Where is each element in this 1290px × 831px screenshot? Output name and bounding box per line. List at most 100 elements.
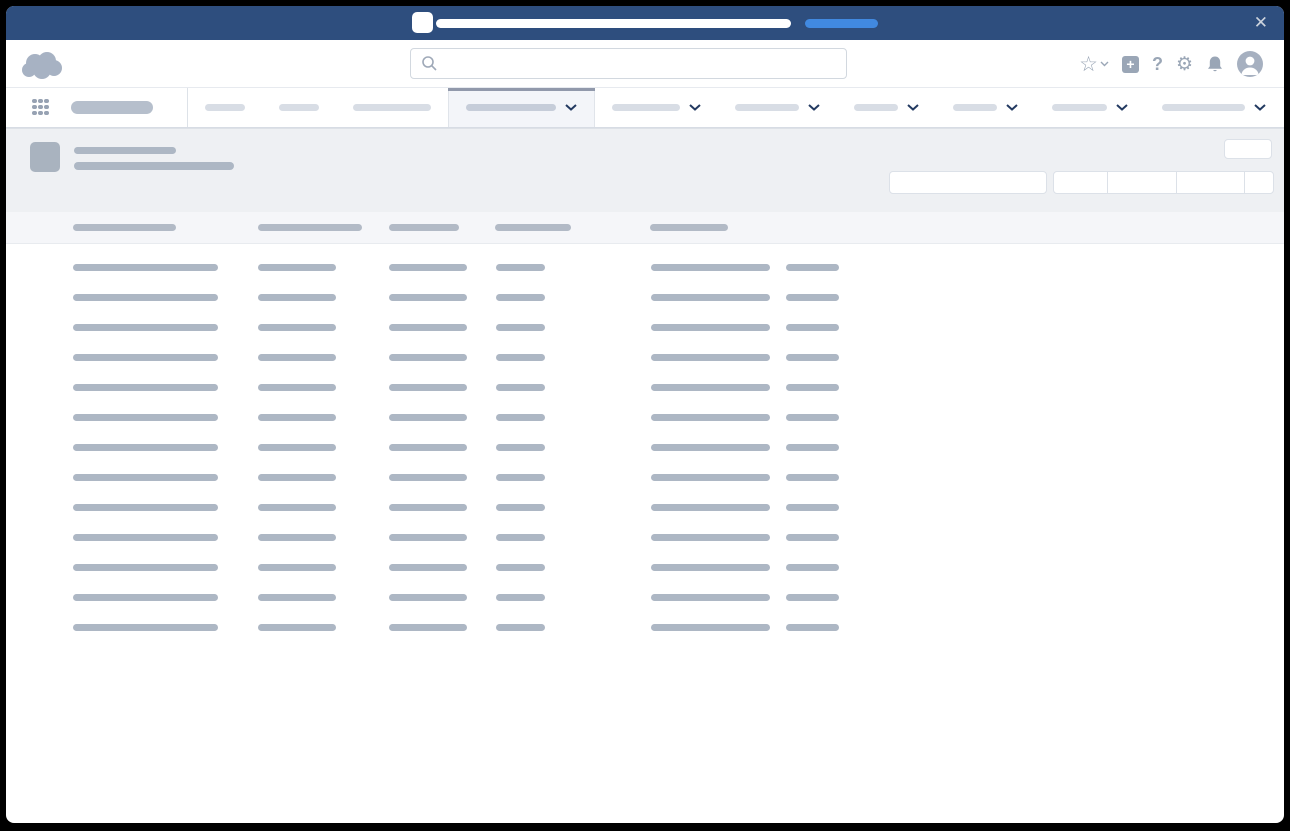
cell-placeholder — [651, 294, 770, 301]
nav-tab[interactable] — [262, 88, 336, 127]
tab-label-placeholder — [205, 104, 245, 111]
list-search-box[interactable] — [889, 171, 1047, 194]
cell-placeholder — [496, 624, 545, 631]
favorites-button[interactable]: ☆ — [1079, 54, 1109, 75]
chevron-down-icon[interactable] — [1116, 104, 1128, 111]
cell-placeholder — [73, 264, 218, 271]
cell-placeholder — [496, 384, 545, 391]
cell-placeholder — [651, 594, 770, 601]
column-header-placeholder — [650, 224, 728, 231]
search-input[interactable] — [446, 49, 846, 78]
nav-tab[interactable] — [1035, 88, 1145, 127]
table-row — [6, 613, 1284, 643]
browser-titlebar: ✕ — [6, 6, 1284, 40]
setup-button[interactable]: ⚙ — [1176, 55, 1193, 74]
tab-favicon-placeholder — [412, 12, 433, 33]
cell-placeholder — [258, 474, 336, 481]
titlebar-accent-placeholder — [805, 19, 878, 28]
cell-placeholder — [389, 444, 467, 451]
list-control-button[interactable] — [1245, 172, 1273, 193]
cell-placeholder — [786, 384, 839, 391]
table-row — [6, 523, 1284, 553]
cell-placeholder — [258, 354, 336, 361]
tab-label-placeholder — [735, 104, 799, 111]
nav-tab[interactable] — [448, 88, 595, 127]
nav-bar — [6, 88, 1284, 128]
cell-placeholder — [258, 594, 336, 601]
header-action-button[interactable] — [1224, 139, 1272, 159]
cell-placeholder — [651, 384, 770, 391]
cell-placeholder — [73, 324, 218, 331]
nav-tab[interactable] — [936, 88, 1035, 127]
table-row — [6, 553, 1284, 583]
cell-placeholder — [651, 354, 770, 361]
cell-placeholder — [389, 264, 467, 271]
cell-placeholder — [651, 264, 770, 271]
nav-tab[interactable] — [595, 88, 718, 127]
tab-title-placeholder — [436, 19, 791, 28]
nav-tab[interactable] — [837, 88, 936, 127]
list-control-button[interactable] — [1177, 172, 1245, 193]
cell-placeholder — [786, 474, 839, 481]
cell-placeholder — [73, 474, 218, 481]
table-row — [6, 253, 1284, 283]
cloud-logo-icon[interactable] — [19, 49, 65, 80]
cell-placeholder — [651, 444, 770, 451]
bell-icon — [1206, 55, 1224, 74]
chevron-down-icon[interactable] — [1006, 104, 1018, 111]
chevron-down-icon — [1100, 61, 1109, 67]
table-body — [6, 244, 1284, 643]
page-subtitle-placeholder — [74, 162, 234, 170]
cell-placeholder — [73, 624, 218, 631]
list-controls-button-group — [1053, 171, 1274, 194]
table-header-row — [6, 212, 1284, 244]
cell-placeholder — [389, 354, 467, 361]
cell-placeholder — [496, 414, 545, 421]
list-control-button[interactable] — [1054, 172, 1108, 193]
screen: { "colors": { "titlebar_bg": "#2e4e7e", … — [0, 0, 1290, 831]
cell-placeholder — [496, 534, 545, 541]
chevron-down-icon[interactable] — [689, 104, 701, 111]
tab-label-placeholder — [854, 104, 898, 111]
cell-placeholder — [651, 414, 770, 421]
cell-placeholder — [389, 564, 467, 571]
close-icon[interactable]: ✕ — [1254, 6, 1268, 40]
add-button[interactable]: + — [1122, 56, 1139, 73]
cell-placeholder — [258, 324, 336, 331]
nav-tab[interactable] — [336, 88, 448, 127]
app-launcher-icon[interactable] — [32, 99, 50, 117]
chevron-down-icon[interactable] — [907, 104, 919, 111]
cell-placeholder — [258, 414, 336, 421]
cell-placeholder — [651, 534, 770, 541]
global-search[interactable] — [410, 48, 847, 79]
cell-placeholder — [258, 294, 336, 301]
cell-placeholder — [389, 534, 467, 541]
header-actions: ☆ + ? ⚙ — [1079, 40, 1263, 88]
cell-placeholder — [258, 624, 336, 631]
cell-placeholder — [786, 624, 839, 631]
cell-placeholder — [651, 624, 770, 631]
cell-placeholder — [786, 564, 839, 571]
cell-placeholder — [651, 564, 770, 571]
chevron-down-icon[interactable] — [808, 104, 820, 111]
user-avatar[interactable] — [1237, 51, 1263, 77]
cell-placeholder — [73, 354, 218, 361]
cell-placeholder — [651, 474, 770, 481]
table-row — [6, 433, 1284, 463]
nav-tab[interactable] — [718, 88, 837, 127]
table-row — [6, 313, 1284, 343]
column-header-placeholder — [73, 224, 176, 231]
nav-app-section — [6, 88, 188, 127]
table-row — [6, 493, 1284, 523]
nav-tab[interactable] — [1145, 88, 1283, 127]
cell-placeholder — [389, 504, 467, 511]
help-button[interactable]: ? — [1152, 54, 1163, 75]
chevron-down-icon[interactable] — [565, 104, 577, 111]
cell-placeholder — [73, 294, 218, 301]
cell-placeholder — [73, 504, 218, 511]
notifications-button[interactable] — [1206, 55, 1224, 74]
chevron-down-icon[interactable] — [1254, 104, 1266, 111]
table-row — [6, 583, 1284, 613]
nav-tab[interactable] — [188, 88, 262, 127]
list-control-button[interactable] — [1108, 172, 1177, 193]
